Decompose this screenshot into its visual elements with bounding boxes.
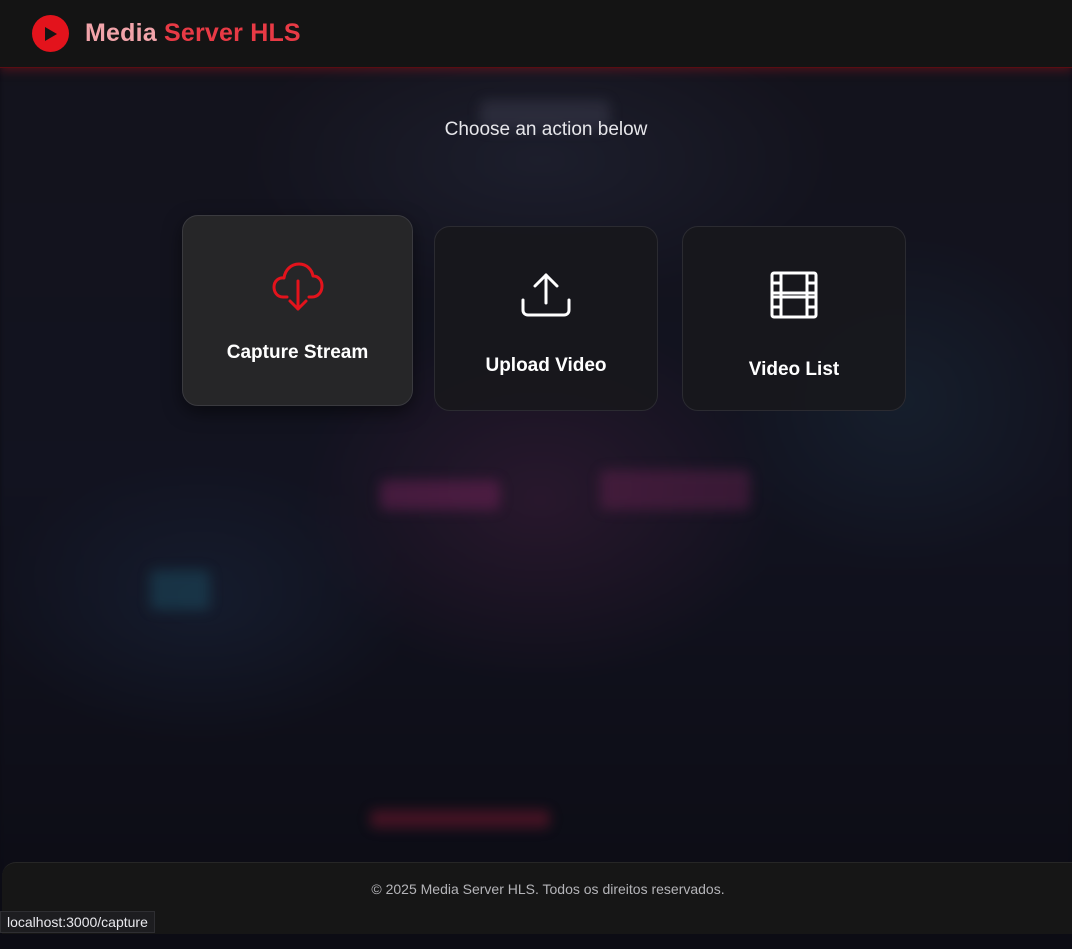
capture-stream-label: Capture Stream — [226, 342, 369, 363]
play-circle-icon[interactable] — [32, 15, 69, 52]
background-glow — [150, 570, 210, 610]
footer-copyright: © 2025 Media Server HLS. Todos os direit… — [371, 881, 725, 897]
film-strip-icon — [769, 269, 819, 321]
app-title-part2: Server HLS — [164, 19, 301, 47]
upload-icon — [520, 271, 572, 319]
video-list-label: Video List — [748, 359, 840, 380]
page: Media Server HLS Choose an action below … — [0, 0, 1072, 949]
header: Media Server HLS — [0, 0, 1072, 68]
page-subtitle: Choose an action below — [444, 119, 648, 140]
background-glow — [380, 480, 500, 510]
cloud-download-icon — [271, 258, 325, 314]
link-status-bar: localhost:3000/capture — [0, 911, 155, 933]
background-glow — [370, 810, 550, 828]
capture-stream-card[interactable]: Capture Stream — [182, 215, 413, 406]
background — [0, 0, 1072, 949]
upload-video-card[interactable]: Upload Video — [434, 226, 658, 411]
video-list-card[interactable]: Video List — [682, 226, 906, 411]
app-title-part1: Media — [85, 19, 157, 47]
background-glow — [600, 470, 750, 510]
app-title[interactable]: Media Server HLS — [85, 19, 301, 48]
footer: © 2025 Media Server HLS. Todos os direit… — [2, 862, 1072, 934]
upload-video-label: Upload Video — [485, 355, 607, 376]
